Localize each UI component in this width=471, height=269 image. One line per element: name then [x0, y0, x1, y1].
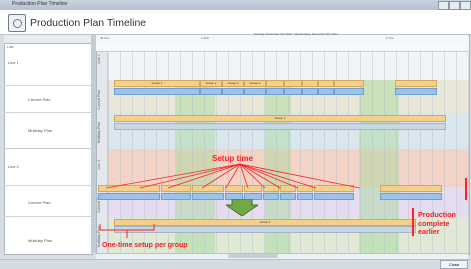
plan-bar[interactable]: Group 4: [244, 80, 266, 87]
line-2-label: Line 2: [8, 164, 19, 169]
multiday-order-bar[interactable]: [114, 226, 416, 233]
order-bar[interactable]: [266, 88, 284, 95]
completion-marker: [412, 208, 414, 236]
plan-bar[interactable]: Group 2: [200, 80, 222, 87]
order-bar[interactable]: [302, 88, 318, 95]
hour-ticks: [96, 44, 468, 52]
plan-bar[interactable]: [318, 80, 334, 87]
order-bar[interactable]: [334, 88, 364, 95]
line-column-header: Line: [4, 35, 91, 49]
order-bar[interactable]: [318, 88, 334, 95]
multiday-group-bar[interactable]: Group 1: [114, 219, 416, 226]
plan-bar[interactable]: [266, 80, 284, 87]
row-divider: [4, 216, 92, 217]
line-1-current-plan-label: Current Plan: [28, 97, 51, 102]
row-label-line1: Line 1: [97, 54, 101, 64]
multiday-order-bar[interactable]: [114, 123, 446, 130]
row-divider: [4, 148, 92, 149]
order-bar[interactable]: [284, 88, 302, 95]
line-2-current-plan-label: Current Plan: [28, 200, 51, 205]
maximize-button[interactable]: [449, 1, 460, 10]
one-time-bracket: [99, 224, 155, 238]
completion-marker: [465, 178, 467, 200]
multiday-group-bar[interactable]: Group 1: [114, 115, 446, 122]
row-label-multiday: Multiday Plan: [97, 122, 101, 144]
row-divider: [4, 112, 92, 113]
order-bar[interactable]: [395, 88, 437, 95]
close-button[interactable]: [460, 1, 471, 10]
app-title: Production Plan Timeline: [30, 17, 147, 29]
row-label-current: Current Plan: [97, 90, 101, 110]
row-divider: [4, 85, 92, 86]
window-title: Production Plan Timeline: [12, 1, 68, 7]
complete-earlier-annotation: Production complete earlier: [418, 210, 456, 236]
row-divider: [4, 185, 92, 186]
timeline-app-icon: [8, 14, 26, 32]
line-list-panel: [4, 35, 93, 255]
plan-bar[interactable]: [302, 80, 318, 87]
order-bar[interactable]: [114, 88, 200, 95]
plan-bar[interactable]: [334, 80, 364, 87]
minimize-button[interactable]: [438, 1, 449, 10]
plan-bar[interactable]: Group 1: [114, 80, 200, 87]
order-bar[interactable]: [200, 88, 222, 95]
setup-time-connectors: [105, 163, 361, 189]
plan-bar[interactable]: [395, 80, 437, 87]
order-bar[interactable]: [244, 88, 266, 95]
window-titlebar: [0, 0, 471, 10]
scrollbar-thumb[interactable]: [228, 254, 278, 258]
one-time-annotation: One-time setup per group: [102, 242, 188, 249]
down-arrow-icon: [226, 199, 258, 216]
setup-time-annotation: Setup time: [212, 154, 253, 163]
plan-bar[interactable]: [284, 80, 302, 87]
order-bar[interactable]: [222, 88, 244, 95]
plan-bar[interactable]: Group 3: [222, 80, 244, 87]
line-1-multiday-plan-label: Multiday Plan: [28, 128, 53, 133]
line-1-label: Line 1: [8, 60, 19, 65]
line-2-multiday-plan-label: Multiday Plan: [28, 238, 53, 243]
